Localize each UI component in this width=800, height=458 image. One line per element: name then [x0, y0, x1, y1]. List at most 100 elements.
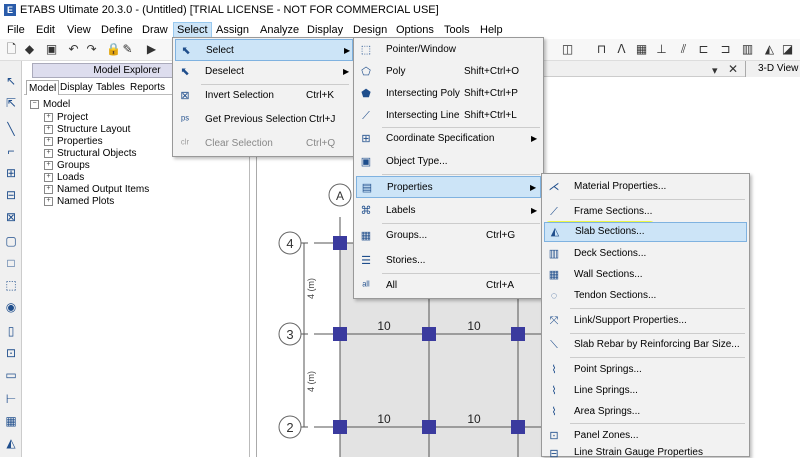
draw-wall-icon[interactable]: ▯	[3, 323, 19, 339]
support-icon[interactable]: ⊥	[654, 42, 669, 57]
draw-area-icon[interactable]: ▢	[3, 233, 19, 249]
tree-item-properties[interactable]: + Properties	[44, 136, 103, 148]
expand-icon[interactable]: +	[44, 136, 53, 146]
collapse-icon[interactable]: −	[30, 99, 39, 109]
menu-view[interactable]: View	[64, 22, 94, 38]
draw-grid-icon[interactable]: ▦	[3, 413, 19, 429]
menu-select[interactable]: Select	[173, 22, 212, 38]
bracket-icon[interactable]: ⊐	[718, 42, 733, 57]
menu-item-point-springs[interactable]: ⌇ Point Springs...	[544, 359, 747, 380]
tab-tables[interactable]: Tables	[94, 80, 127, 95]
draw-opening-icon[interactable]: ⊡	[3, 345, 19, 361]
draw-frame-icon[interactable]: ⌐	[3, 143, 19, 159]
draw-beam-icon[interactable]: ⊞	[3, 165, 19, 181]
expand-icon[interactable]: +	[44, 184, 53, 194]
menu-define[interactable]: Define	[98, 22, 136, 38]
menu-assign[interactable]: Assign	[213, 22, 252, 38]
tab-model[interactable]: Model	[26, 80, 60, 95]
redo-icon[interactable]: ↷	[84, 42, 99, 57]
pointer-icon[interactable]: ↖	[3, 73, 19, 89]
grid-icon[interactable]: ▦	[634, 42, 649, 57]
menu-item-link-support[interactable]: ⤧ Link/Support Properties...	[544, 310, 747, 332]
draw-stair-icon[interactable]: ◭	[3, 435, 19, 451]
menu-item-slab-sections[interactable]: ◭ Slab Sections...	[544, 222, 747, 242]
menu-item-poly[interactable]: ⬠ Poly Shift+Ctrl+O	[356, 61, 541, 83]
menu-design[interactable]: Design	[350, 22, 390, 38]
wall-icon[interactable]: ▥	[740, 42, 755, 57]
menu-item-invert-selection[interactable]: ⊠ Invert Selection Ctrl+K	[175, 85, 353, 107]
save-icon[interactable]: ▣	[44, 42, 59, 57]
menu-item-properties[interactable]: ▤ Properties ▶	[356, 176, 541, 198]
menu-item-groups[interactable]: ▦ Groups... Ctrl+G	[356, 225, 541, 247]
menu-edit[interactable]: Edit	[33, 22, 58, 38]
open-file-icon[interactable]: ◆	[22, 42, 37, 57]
run-icon[interactable]: ▶	[144, 42, 159, 57]
menu-item-slab-rebar[interactable]: ⟍ Slab Rebar by Reinforcing Bar Size...	[544, 334, 747, 356]
menu-item-coordinate-specification[interactable]: ⊞ Coordinate Specification ▶	[356, 128, 541, 150]
menu-item-get-previous[interactable]: ᵖˢ Get Previous Selection Ctrl+J	[175, 109, 353, 131]
tree-item-structure-layout[interactable]: + Structure Layout	[44, 124, 130, 136]
menu-file[interactable]: File	[4, 22, 28, 38]
menu-item-tendon-sections[interactable]: ◌ Tendon Sections...	[544, 285, 747, 306]
tree-root[interactable]: − Model	[30, 99, 70, 111]
tree-item-loads[interactable]: + Loads	[44, 172, 84, 184]
draw-line-icon[interactable]: ╲	[3, 121, 19, 137]
draw-column-icon[interactable]: ⊟	[3, 187, 19, 203]
pencil-icon[interactable]: ✎	[120, 42, 135, 57]
new-file-icon[interactable]: 🗋	[4, 42, 19, 57]
section-icon[interactable]: ◪	[780, 42, 795, 57]
menu-item-all[interactable]: ᵃˡˡ All Ctrl+A	[356, 275, 541, 297]
expand-icon[interactable]: +	[44, 148, 53, 158]
expand-icon[interactable]: +	[44, 172, 53, 182]
menu-item-wall-sections[interactable]: ▦ Wall Sections...	[544, 264, 747, 285]
frame-icon[interactable]: ⊓	[594, 42, 609, 57]
link-icon[interactable]: ⊏	[696, 42, 711, 57]
menu-item-panel-zones[interactable]: ⊡ Panel Zones...	[544, 425, 747, 446]
draw-dimension-icon[interactable]: ⊢	[3, 391, 19, 407]
menu-help[interactable]: Help	[477, 22, 506, 38]
menu-item-line-strain-gauge[interactable]: ⊟ Line Strain Gauge Properties	[544, 446, 747, 458]
tree-item-structural-objects[interactable]: + Structural Objects	[44, 148, 136, 160]
reshape-icon[interactable]: ⇱	[3, 95, 19, 111]
view-3d-icon[interactable]: ◫	[560, 42, 575, 57]
draw-slab-icon[interactable]: ▭	[3, 367, 19, 383]
undo-icon[interactable]: ↶	[66, 42, 81, 57]
expand-icon[interactable]: +	[44, 160, 53, 170]
tree-item-named-output[interactable]: + Named Output Items	[44, 184, 149, 196]
menu-tools[interactable]: Tools	[441, 22, 473, 38]
menu-item-stories[interactable]: ☰ Stories...	[356, 250, 541, 272]
menu-item-frame-sections[interactable]: ⟋ Frame Sections...	[544, 201, 747, 223]
menu-item-pointer-window[interactable]: ⬚ Pointer/Window	[356, 39, 541, 61]
expand-icon[interactable]: +	[44, 112, 53, 122]
spring-icon[interactable]: ⴷ	[614, 42, 629, 57]
menu-item-intersecting-poly[interactable]: ⬟ Intersecting Poly Shift+Ctrl+P	[356, 83, 541, 105]
menu-item-line-springs[interactable]: ⌇ Line Springs...	[544, 380, 747, 401]
menu-item-material-properties[interactable]: ⋌ Material Properties...	[544, 176, 747, 198]
draw-rect-icon[interactable]: □	[3, 255, 19, 271]
tree-item-groups[interactable]: + Groups	[44, 160, 90, 172]
lock-icon[interactable]: 🔒	[106, 42, 121, 57]
menu-item-labels[interactable]: ⌘ Labels ▶	[356, 200, 541, 222]
expand-icon[interactable]: +	[44, 124, 53, 134]
draw-brace-icon[interactable]: ⊠	[3, 209, 19, 225]
dropdown-arrow-icon[interactable]: ▾	[712, 64, 718, 77]
menu-draw[interactable]: Draw	[139, 22, 171, 38]
tree-item-named-plots[interactable]: + Named Plots	[44, 196, 114, 208]
close-icon[interactable]: ✕	[728, 62, 738, 76]
menu-item-object-type[interactable]: ▣ Object Type...	[356, 151, 541, 173]
tab-reports[interactable]: Reports	[128, 80, 167, 95]
column-icon[interactable]: ⫽	[676, 42, 691, 57]
menu-item-deck-sections[interactable]: ▥ Deck Sections...	[544, 243, 747, 264]
menu-options[interactable]: Options	[393, 22, 437, 38]
tree-item-project[interactable]: + Project	[44, 112, 88, 124]
slab-icon[interactable]: ◭	[762, 42, 777, 57]
menu-item-intersecting-line[interactable]: ⟋ Intersecting Line Shift+Ctrl+L	[356, 105, 541, 127]
draw-point-icon[interactable]: ◉	[3, 299, 19, 315]
tab-display[interactable]: Display	[58, 80, 95, 95]
tab-3d-view[interactable]: 3-D View	[745, 61, 800, 77]
expand-icon[interactable]: +	[44, 196, 53, 206]
menu-item-area-springs[interactable]: ⌇ Area Springs...	[544, 401, 747, 422]
menu-item-clear-selection[interactable]: ᶜˡʳ Clear Selection Ctrl+Q	[175, 133, 353, 155]
menu-item-deselect[interactable]: ⬉ Deselect ▶	[175, 61, 353, 83]
menu-item-select[interactable]: ⬉ Select ▶	[175, 39, 353, 61]
